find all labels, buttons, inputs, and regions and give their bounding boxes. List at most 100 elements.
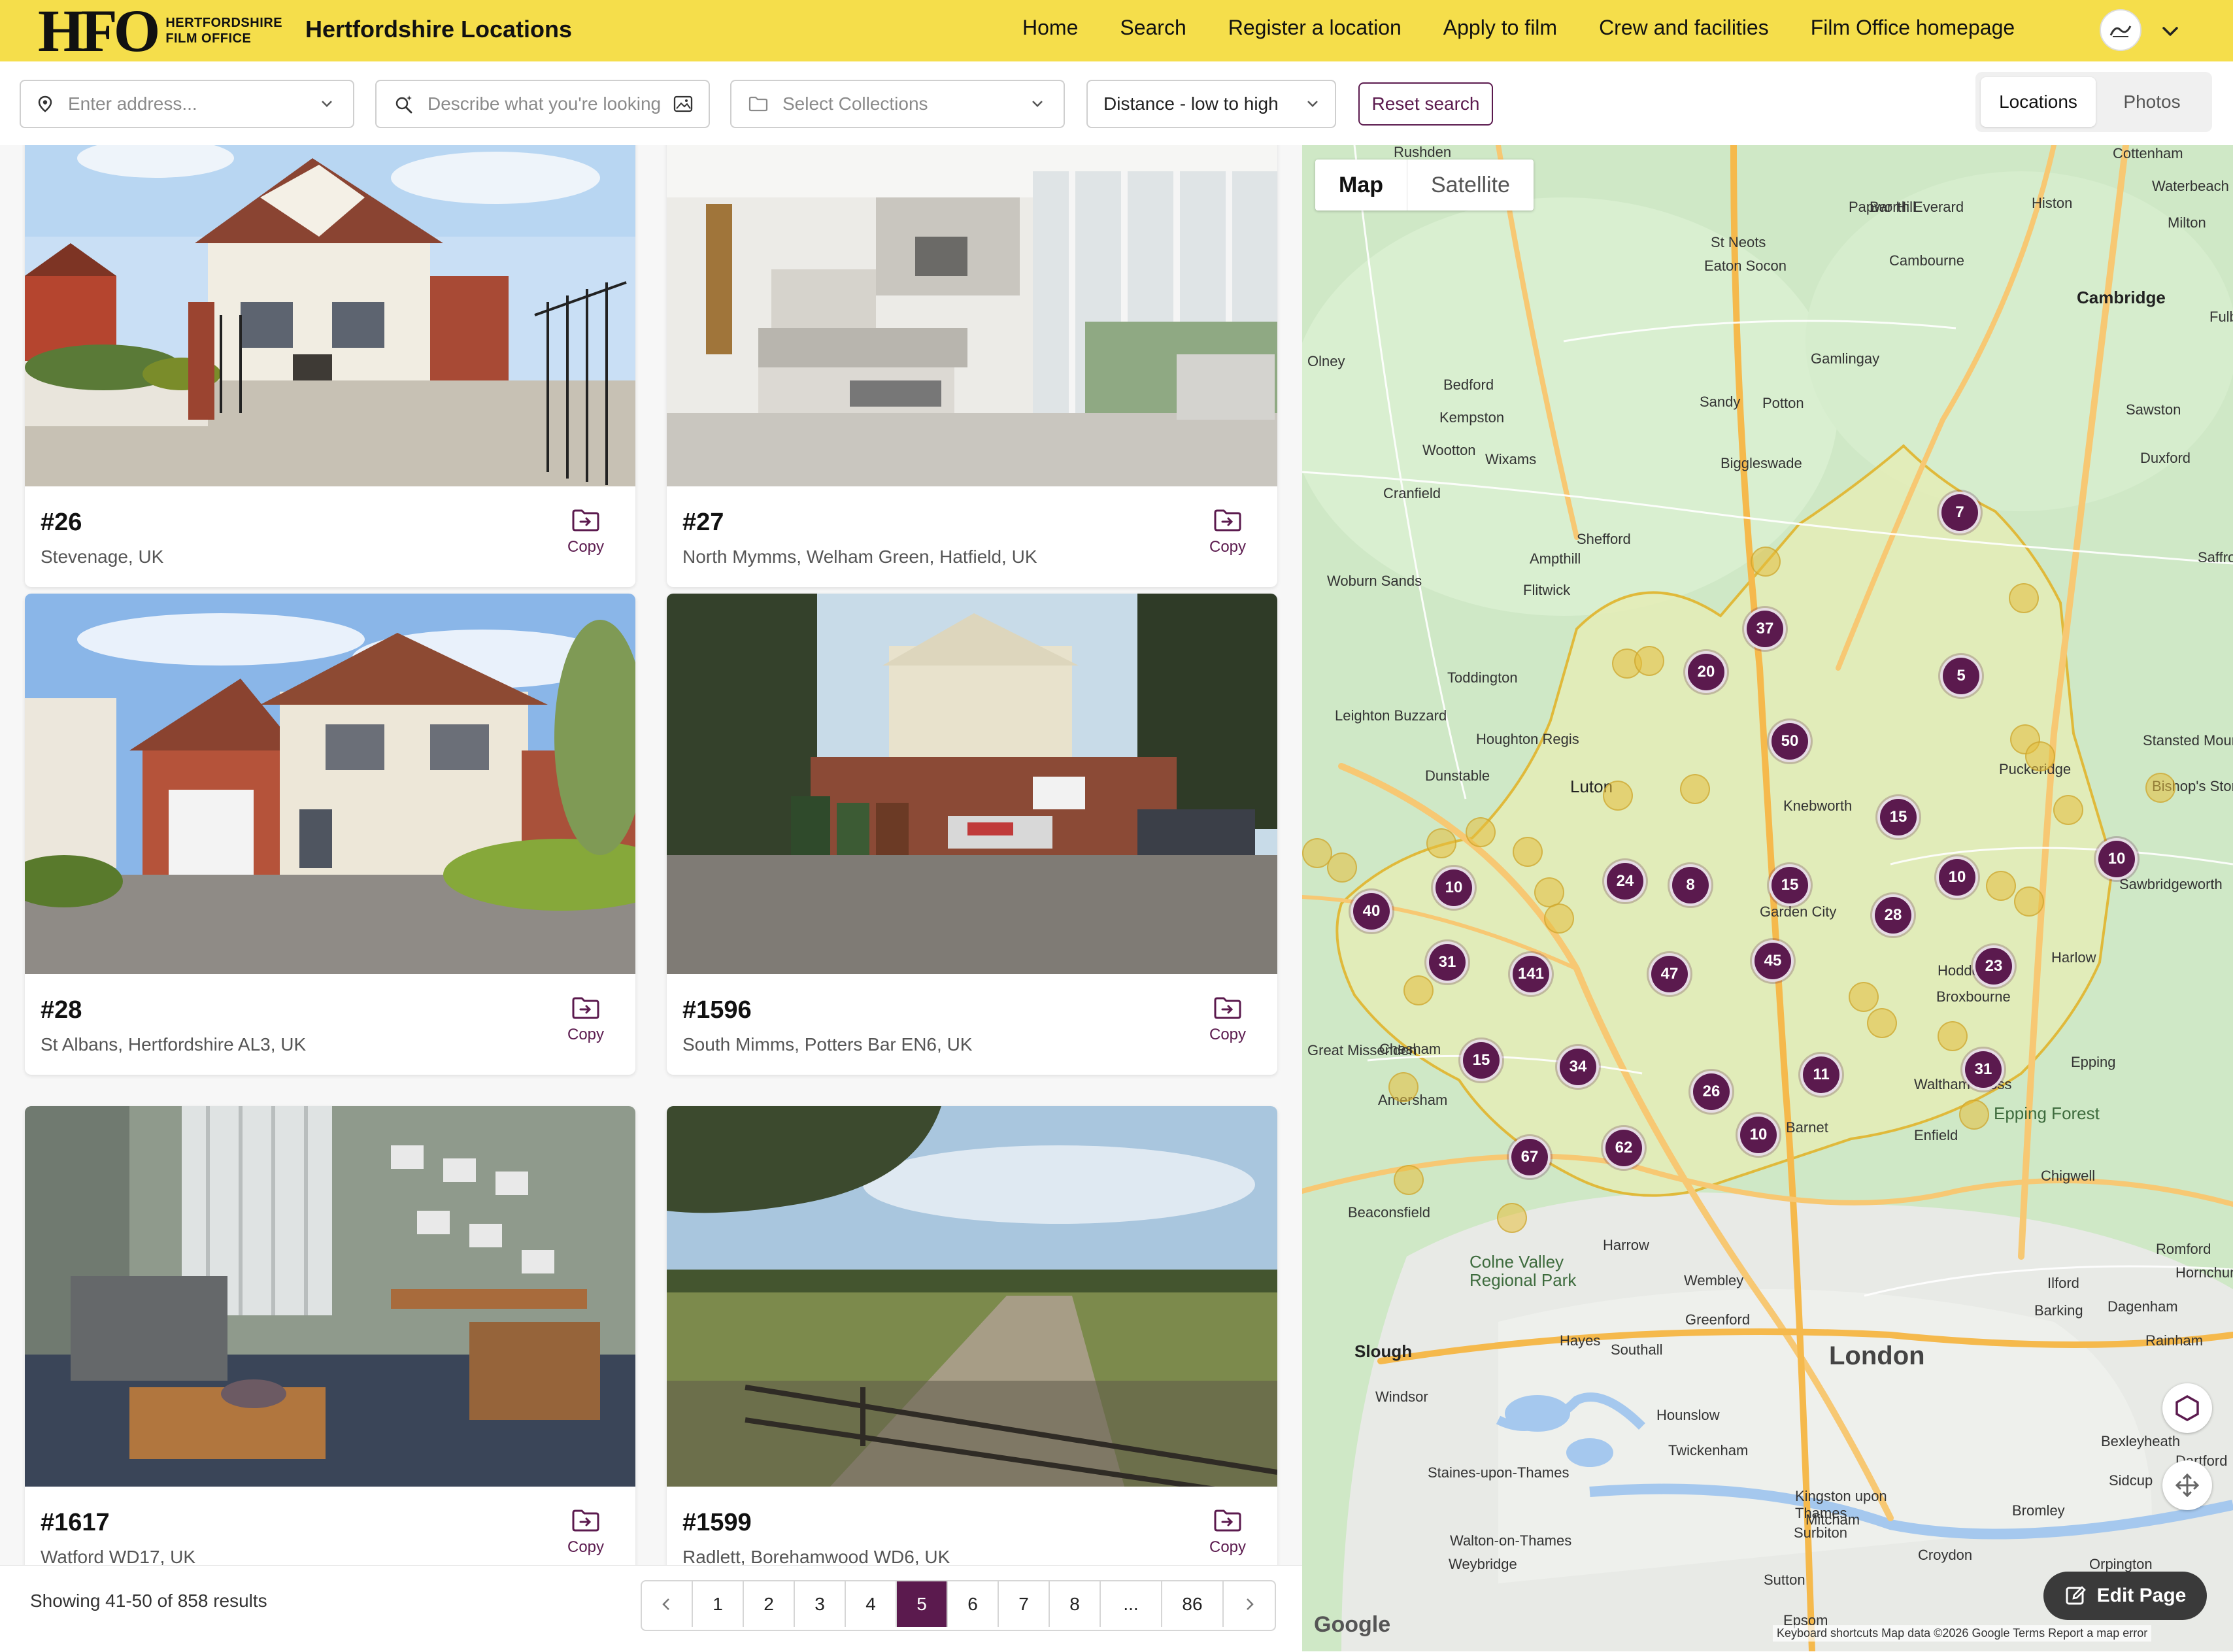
map-location-dot[interactable] xyxy=(1603,781,1633,811)
nav-home[interactable]: Home xyxy=(1022,16,1078,40)
page-button[interactable]: 4 xyxy=(846,1581,897,1627)
copy-button[interactable]: Copy xyxy=(1201,509,1254,556)
image-search-icon[interactable] xyxy=(673,95,693,112)
map-cluster[interactable]: 62 xyxy=(1603,1127,1645,1169)
sort-select[interactable]: Distance - low to high xyxy=(1086,80,1336,128)
fullscreen-button[interactable] xyxy=(2162,1460,2212,1510)
page-button-current[interactable]: 5 xyxy=(897,1581,948,1627)
location-card[interactable]: #1596 South Mimms, Potters Bar EN6, UK C… xyxy=(667,594,1277,1075)
map-cluster[interactable]: 7 xyxy=(1939,492,1981,533)
map-cluster[interactable]: 8 xyxy=(1670,864,1711,906)
map-cluster[interactable]: 50 xyxy=(1769,720,1811,762)
location-card[interactable]: #1617 Watford WD17, UK Copy xyxy=(25,1106,635,1565)
location-photo[interactable] xyxy=(25,145,635,486)
copy-button[interactable]: Copy xyxy=(560,509,612,556)
map-location-dot[interactable] xyxy=(1394,1165,1424,1195)
map-cluster[interactable]: 47 xyxy=(1649,953,1690,995)
map-location-dot[interactable] xyxy=(1497,1203,1527,1233)
location-card[interactable]: #26 Stevenage, UK Copy xyxy=(25,145,635,587)
map-location-dot[interactable] xyxy=(1751,547,1781,577)
edit-page-button[interactable]: Edit Page xyxy=(2043,1572,2207,1620)
map-location-dot[interactable] xyxy=(2014,886,2044,917)
map-location-dot[interactable] xyxy=(1388,1072,1419,1102)
map-type-satellite[interactable]: Satellite xyxy=(1407,160,1534,211)
map-location-dot[interactable] xyxy=(2053,795,2083,825)
reset-search-button[interactable]: Reset search xyxy=(1358,82,1493,126)
map-cluster[interactable]: 20 xyxy=(1685,651,1727,693)
location-photo[interactable] xyxy=(667,145,1277,486)
map-location-dot[interactable] xyxy=(1849,982,1879,1012)
page-button[interactable]: 1 xyxy=(693,1581,744,1627)
map-location-dot[interactable] xyxy=(1680,774,1710,804)
location-photo[interactable] xyxy=(667,1106,1277,1487)
chevron-down-icon[interactable] xyxy=(2157,18,2183,44)
map-cluster[interactable]: 37 xyxy=(1744,608,1786,650)
nav-film-office-homepage[interactable]: Film Office homepage xyxy=(1811,16,2015,40)
map-location-dot[interactable] xyxy=(1867,1008,1897,1038)
map-cluster[interactable]: 31 xyxy=(1426,941,1468,983)
map-cluster[interactable]: 23 xyxy=(1973,945,2015,987)
map-location-dot[interactable] xyxy=(1634,646,1664,676)
map-type-map[interactable]: Map xyxy=(1315,160,1407,211)
map-cluster[interactable]: 24 xyxy=(1604,860,1646,902)
map-cluster[interactable]: 28 xyxy=(1872,894,1914,936)
map-location-dot[interactable] xyxy=(1938,1021,1968,1051)
collections-select[interactable]: Select Collections xyxy=(730,80,1065,128)
map-location-dot[interactable] xyxy=(2009,583,2039,613)
nav-register-location[interactable]: Register a location xyxy=(1228,16,1402,40)
nav-search[interactable]: Search xyxy=(1120,16,1186,40)
describe-search-input[interactable]: Describe what you're looking for xyxy=(375,80,710,128)
map-cluster[interactable]: 10 xyxy=(2096,838,2138,880)
map-cluster[interactable]: 11 xyxy=(1800,1054,1842,1096)
map-cluster[interactable]: 26 xyxy=(1690,1071,1732,1113)
map-cluster[interactable]: 15 xyxy=(1460,1039,1502,1081)
hfo-logo[interactable]: HFO HERTFORDSHIRE FILM OFFICE xyxy=(38,1,282,61)
nav-apply-to-film[interactable]: Apply to film xyxy=(1443,16,1557,40)
map-location-dot[interactable] xyxy=(1327,852,1357,883)
nav-crew-facilities[interactable]: Crew and facilities xyxy=(1599,16,1769,40)
page-button[interactable]: 2 xyxy=(744,1581,795,1627)
view-locations-tab[interactable]: Locations xyxy=(1981,77,2096,127)
map-attribution[interactable]: Keyboard shortcuts Map data ©2026 Google… xyxy=(1773,1625,2152,1642)
map-location-dot[interactable] xyxy=(1959,1100,1989,1130)
copy-button[interactable]: Copy xyxy=(560,996,612,1044)
next-page-button[interactable] xyxy=(1224,1581,1275,1627)
map-location-dot[interactable] xyxy=(1513,837,1543,867)
map-cluster[interactable]: 15 xyxy=(1877,796,1919,838)
street-view-hexagon-button[interactable] xyxy=(2162,1383,2212,1433)
copy-button[interactable]: Copy xyxy=(1201,996,1254,1044)
map-cluster[interactable]: 15 xyxy=(1769,864,1811,906)
google-logo[interactable]: Google xyxy=(1314,1612,1390,1638)
location-card[interactable]: #1599 Radlett, Borehamwood WD6, UK Copy xyxy=(667,1106,1277,1565)
map-cluster[interactable]: 5 xyxy=(1940,655,1982,697)
page-button-last[interactable]: 86 xyxy=(1162,1581,1224,1627)
map-cluster[interactable]: 10 xyxy=(1738,1114,1779,1156)
location-photo[interactable] xyxy=(25,1106,635,1487)
map-cluster[interactable]: 31 xyxy=(1962,1049,2004,1090)
map-location-dot[interactable] xyxy=(1986,871,2016,901)
map-location-dot[interactable] xyxy=(1403,975,1434,1005)
location-card[interactable]: #28 St Albans, Hertfordshire AL3, UK Cop… xyxy=(25,594,635,1075)
map-cluster[interactable]: 141 xyxy=(1510,953,1552,995)
location-card[interactable]: #27 North Mymms, Welham Green, Hatfield,… xyxy=(667,145,1277,587)
locations-map[interactable]: Map Satellite Rushden Cottenham Waterbea… xyxy=(1302,145,2233,1651)
map-cluster[interactable]: 40 xyxy=(1351,890,1392,932)
map-location-dot[interactable] xyxy=(2025,741,2055,771)
location-photo[interactable] xyxy=(25,594,635,974)
map-cluster[interactable]: 45 xyxy=(1752,940,1794,982)
page-button[interactable]: 6 xyxy=(948,1581,999,1627)
map-cluster[interactable]: 10 xyxy=(1936,856,1978,898)
copy-button[interactable]: Copy xyxy=(1201,1509,1254,1557)
page-button[interactable]: 3 xyxy=(795,1581,846,1627)
map-cluster[interactable]: 67 xyxy=(1509,1136,1551,1178)
map-location-dot[interactable] xyxy=(1544,903,1574,934)
page-button[interactable]: 8 xyxy=(1050,1581,1101,1627)
map-cluster[interactable]: 10 xyxy=(1433,867,1475,909)
map-location-dot[interactable] xyxy=(1466,817,1496,847)
map-location-dot[interactable] xyxy=(2145,773,2175,803)
address-input[interactable]: Enter address... xyxy=(20,80,354,128)
copy-button[interactable]: Copy xyxy=(560,1509,612,1557)
user-avatar[interactable] xyxy=(2100,9,2141,51)
page-button[interactable]: 7 xyxy=(999,1581,1050,1627)
prev-page-button[interactable] xyxy=(642,1581,693,1627)
